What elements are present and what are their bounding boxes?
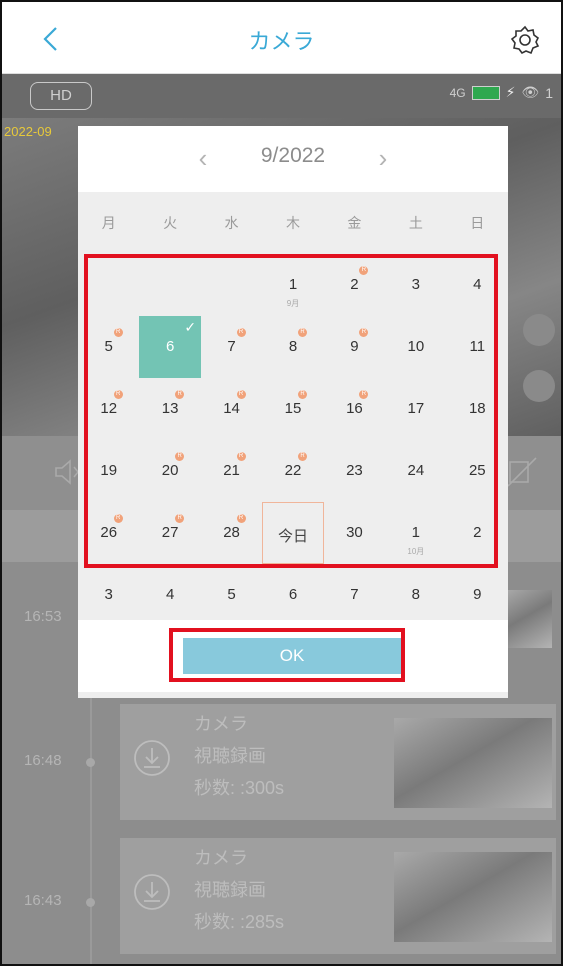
weekday-label: 土 — [408, 215, 423, 231]
month-label: 9/2022 — [260, 144, 326, 167]
calendar-day[interactable]: 7 — [323, 564, 385, 626]
calendar-day[interactable]: 6 — [262, 564, 324, 626]
day-number: 5 — [227, 586, 236, 603]
video-timestamp: 2022-09 — [4, 124, 52, 139]
eye-icon: 👁 — [521, 84, 540, 100]
calendar-day[interactable]: 8 — [385, 564, 447, 626]
weekday-label: 火 — [163, 215, 178, 231]
weekday-header: 月 火 水 木 金 土 日 — [78, 192, 508, 254]
calendar-day[interactable]: 9 — [446, 564, 508, 626]
gear-icon — [510, 25, 540, 55]
recording-camera: カメラ — [194, 848, 248, 868]
recording-thumbnail — [394, 852, 552, 942]
calendar-day[interactable]: 5 — [201, 564, 263, 626]
weekday-label: 日 — [470, 215, 485, 231]
quality-toggle-button[interactable]: HD — [30, 82, 92, 110]
day-number: 4 — [165, 586, 175, 603]
calendar-day[interactable]: 4 — [139, 564, 201, 626]
settings-button[interactable] — [509, 24, 541, 56]
fullscreen-icon[interactable] — [523, 370, 555, 402]
viewer-count: 1 — [545, 84, 553, 101]
recording-camera: カメラ — [194, 714, 248, 734]
recording-duration: 秒数: :285s — [194, 912, 285, 932]
next-month-button[interactable]: › — [368, 140, 398, 176]
download-icon[interactable] — [132, 738, 172, 778]
recording-time: 16:48 — [24, 752, 62, 769]
recording-duration: 秒数: :300s — [194, 778, 285, 798]
day-number: 6 — [288, 586, 298, 603]
recording-type: 視聴録画 — [194, 746, 266, 766]
day-number: 7 — [350, 586, 359, 603]
day-number: 9 — [473, 586, 482, 603]
timeline-dot — [86, 898, 95, 907]
recording-time: 16:43 — [24, 892, 62, 909]
page-title: カメラ — [248, 29, 315, 54]
record-off-icon[interactable] — [504, 454, 540, 490]
recording-thumbnail — [506, 590, 552, 648]
weekday-label: 水 — [224, 215, 239, 231]
timeline-dot — [86, 758, 95, 767]
download-icon[interactable] — [132, 872, 172, 912]
recording-item[interactable]: カメラ 視聴録画 秒数: :285s — [120, 838, 556, 954]
day-number: 8 — [411, 586, 421, 603]
recording-thumbnail — [394, 718, 552, 808]
app-screen: カメラ HD 4G ⚡ 👁 1 2022-09 16:53 16:48 カメラ … — [0, 0, 563, 966]
month-navigator: ‹ 9/2022 › — [78, 126, 508, 192]
battery-icon — [471, 85, 500, 100]
weekday-label: 月 — [101, 215, 116, 231]
weekday-label: 木 — [285, 215, 300, 231]
recording-type: 視聴録画 — [194, 880, 266, 900]
app-header: カメラ — [2, 2, 561, 74]
light-bulb-icon[interactable] — [523, 314, 555, 346]
ok-highlight-box — [169, 628, 405, 682]
calendar-day[interactable]: 3 — [78, 564, 140, 626]
day-number: 3 — [104, 586, 113, 603]
weekday-label: 金 — [347, 215, 362, 231]
calendar-highlight-box — [84, 254, 498, 568]
recording-item[interactable]: カメラ 視聴録画 秒数: :300s — [120, 704, 556, 820]
charging-icon: ⚡ — [505, 84, 516, 100]
signal-icon: 4G — [449, 85, 466, 100]
recording-time: 16:53 — [24, 608, 62, 625]
status-indicators: 4G ⚡ 👁 1 — [450, 84, 553, 101]
